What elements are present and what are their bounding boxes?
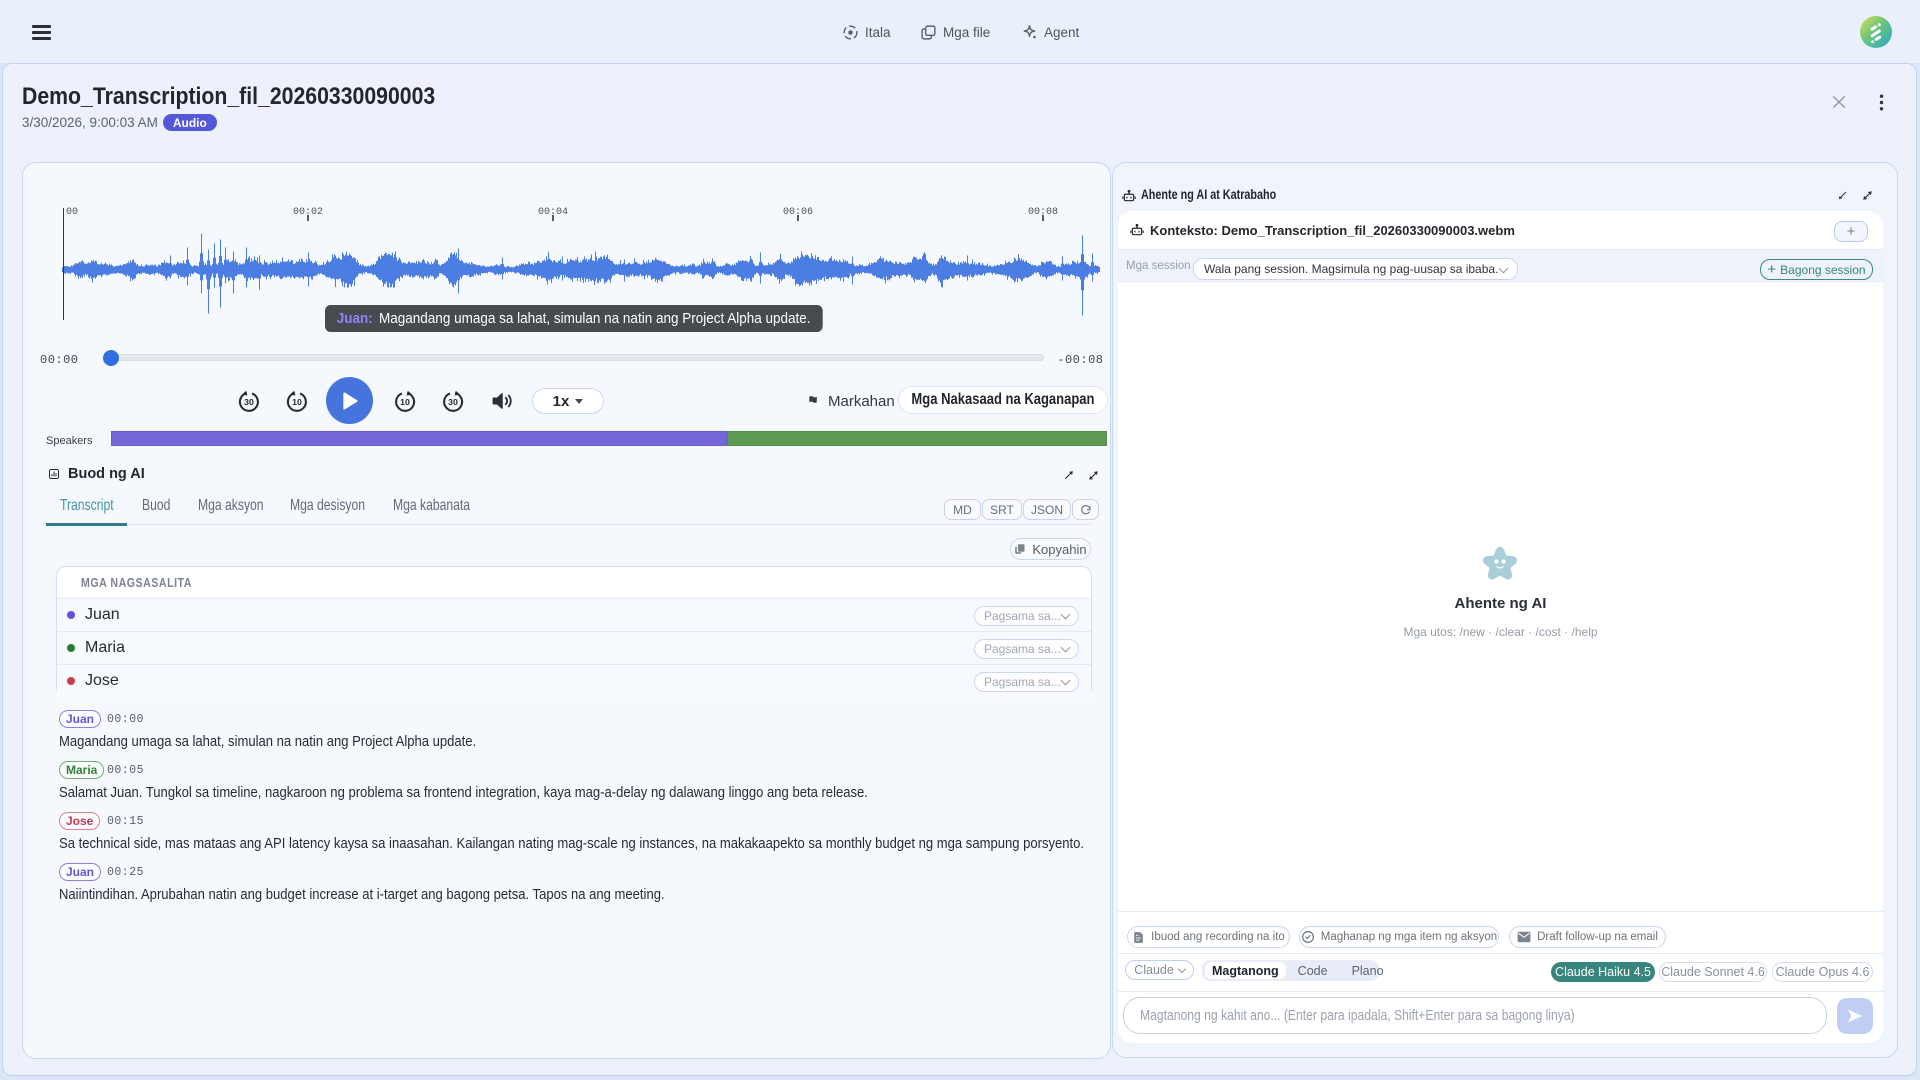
svg-text:10: 10 xyxy=(400,396,410,406)
svg-text:10: 10 xyxy=(292,396,302,406)
svg-text:30: 30 xyxy=(448,396,458,406)
svg-text:30: 30 xyxy=(244,396,254,406)
